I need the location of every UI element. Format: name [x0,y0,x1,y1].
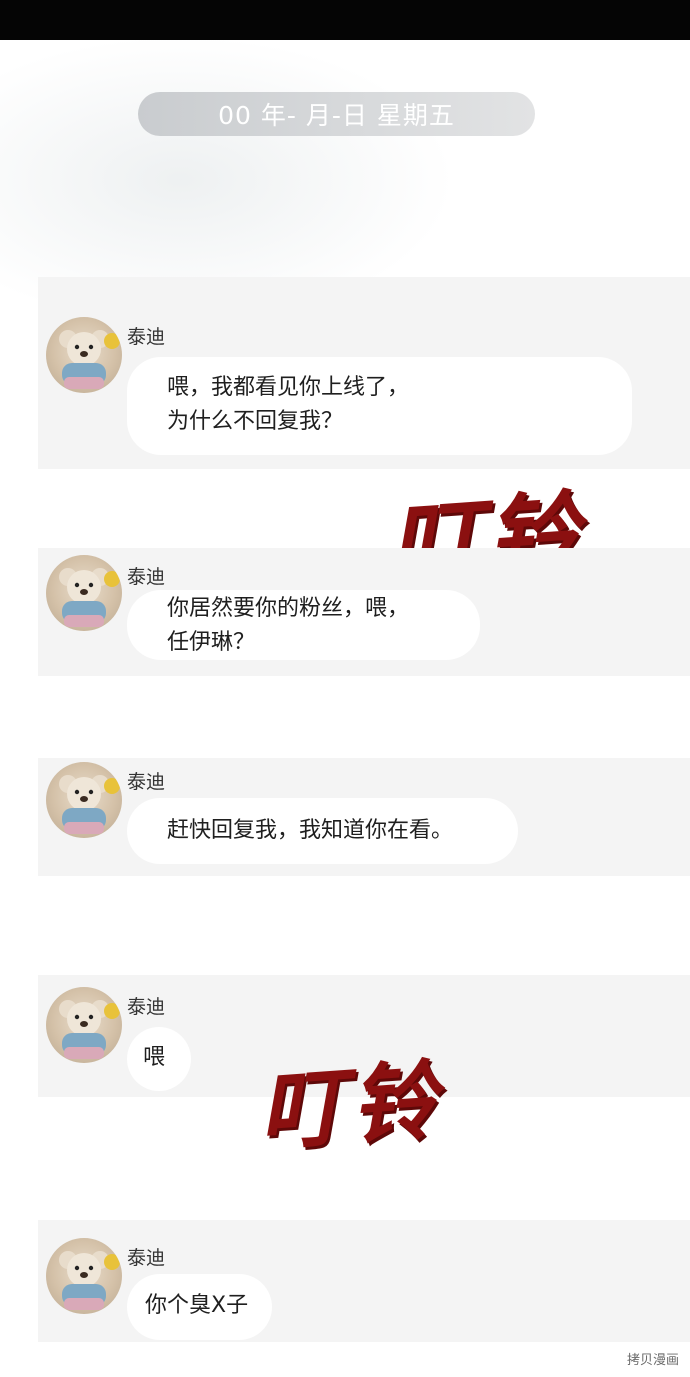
teddy-bear-avatar-icon[interactable] [46,1238,122,1314]
date-header: 00 年- 月-日 星期五 [138,92,535,136]
teddy-bear-avatar-icon[interactable] [46,317,122,393]
watermark: 拷贝漫画 [623,1348,682,1369]
message-bubble: 赶快回复我，我知道你在看。 [127,798,518,864]
teddy-bear-avatar-icon[interactable] [46,987,122,1063]
sender-name: 泰迪 [127,326,166,348]
sender-name: 泰迪 [127,566,166,588]
teddy-bear-avatar-icon[interactable] [46,555,122,631]
message-bubble: 你居然要你的粉丝，喂， 任伊琳？ [127,590,480,660]
chat-screen: 00 年- 月-日 星期五 泰迪 喂，我都看见你上线了， 为什么不回复我？ 叮铃… [0,0,690,1377]
status-bar [0,0,690,40]
message-bubble: 喂，我都看见你上线了， 为什么不回复我？ [127,357,632,455]
message-bubble: 你个臭X子 [127,1274,272,1340]
message-bubble: 喂 [127,1027,191,1091]
sender-name: 泰迪 [127,1247,166,1269]
sender-name: 泰迪 [127,996,166,1018]
sender-name: 泰迪 [127,771,166,793]
teddy-bear-avatar-icon[interactable] [46,762,122,838]
sound-effect-ring: 叮铃 [255,1049,446,1164]
